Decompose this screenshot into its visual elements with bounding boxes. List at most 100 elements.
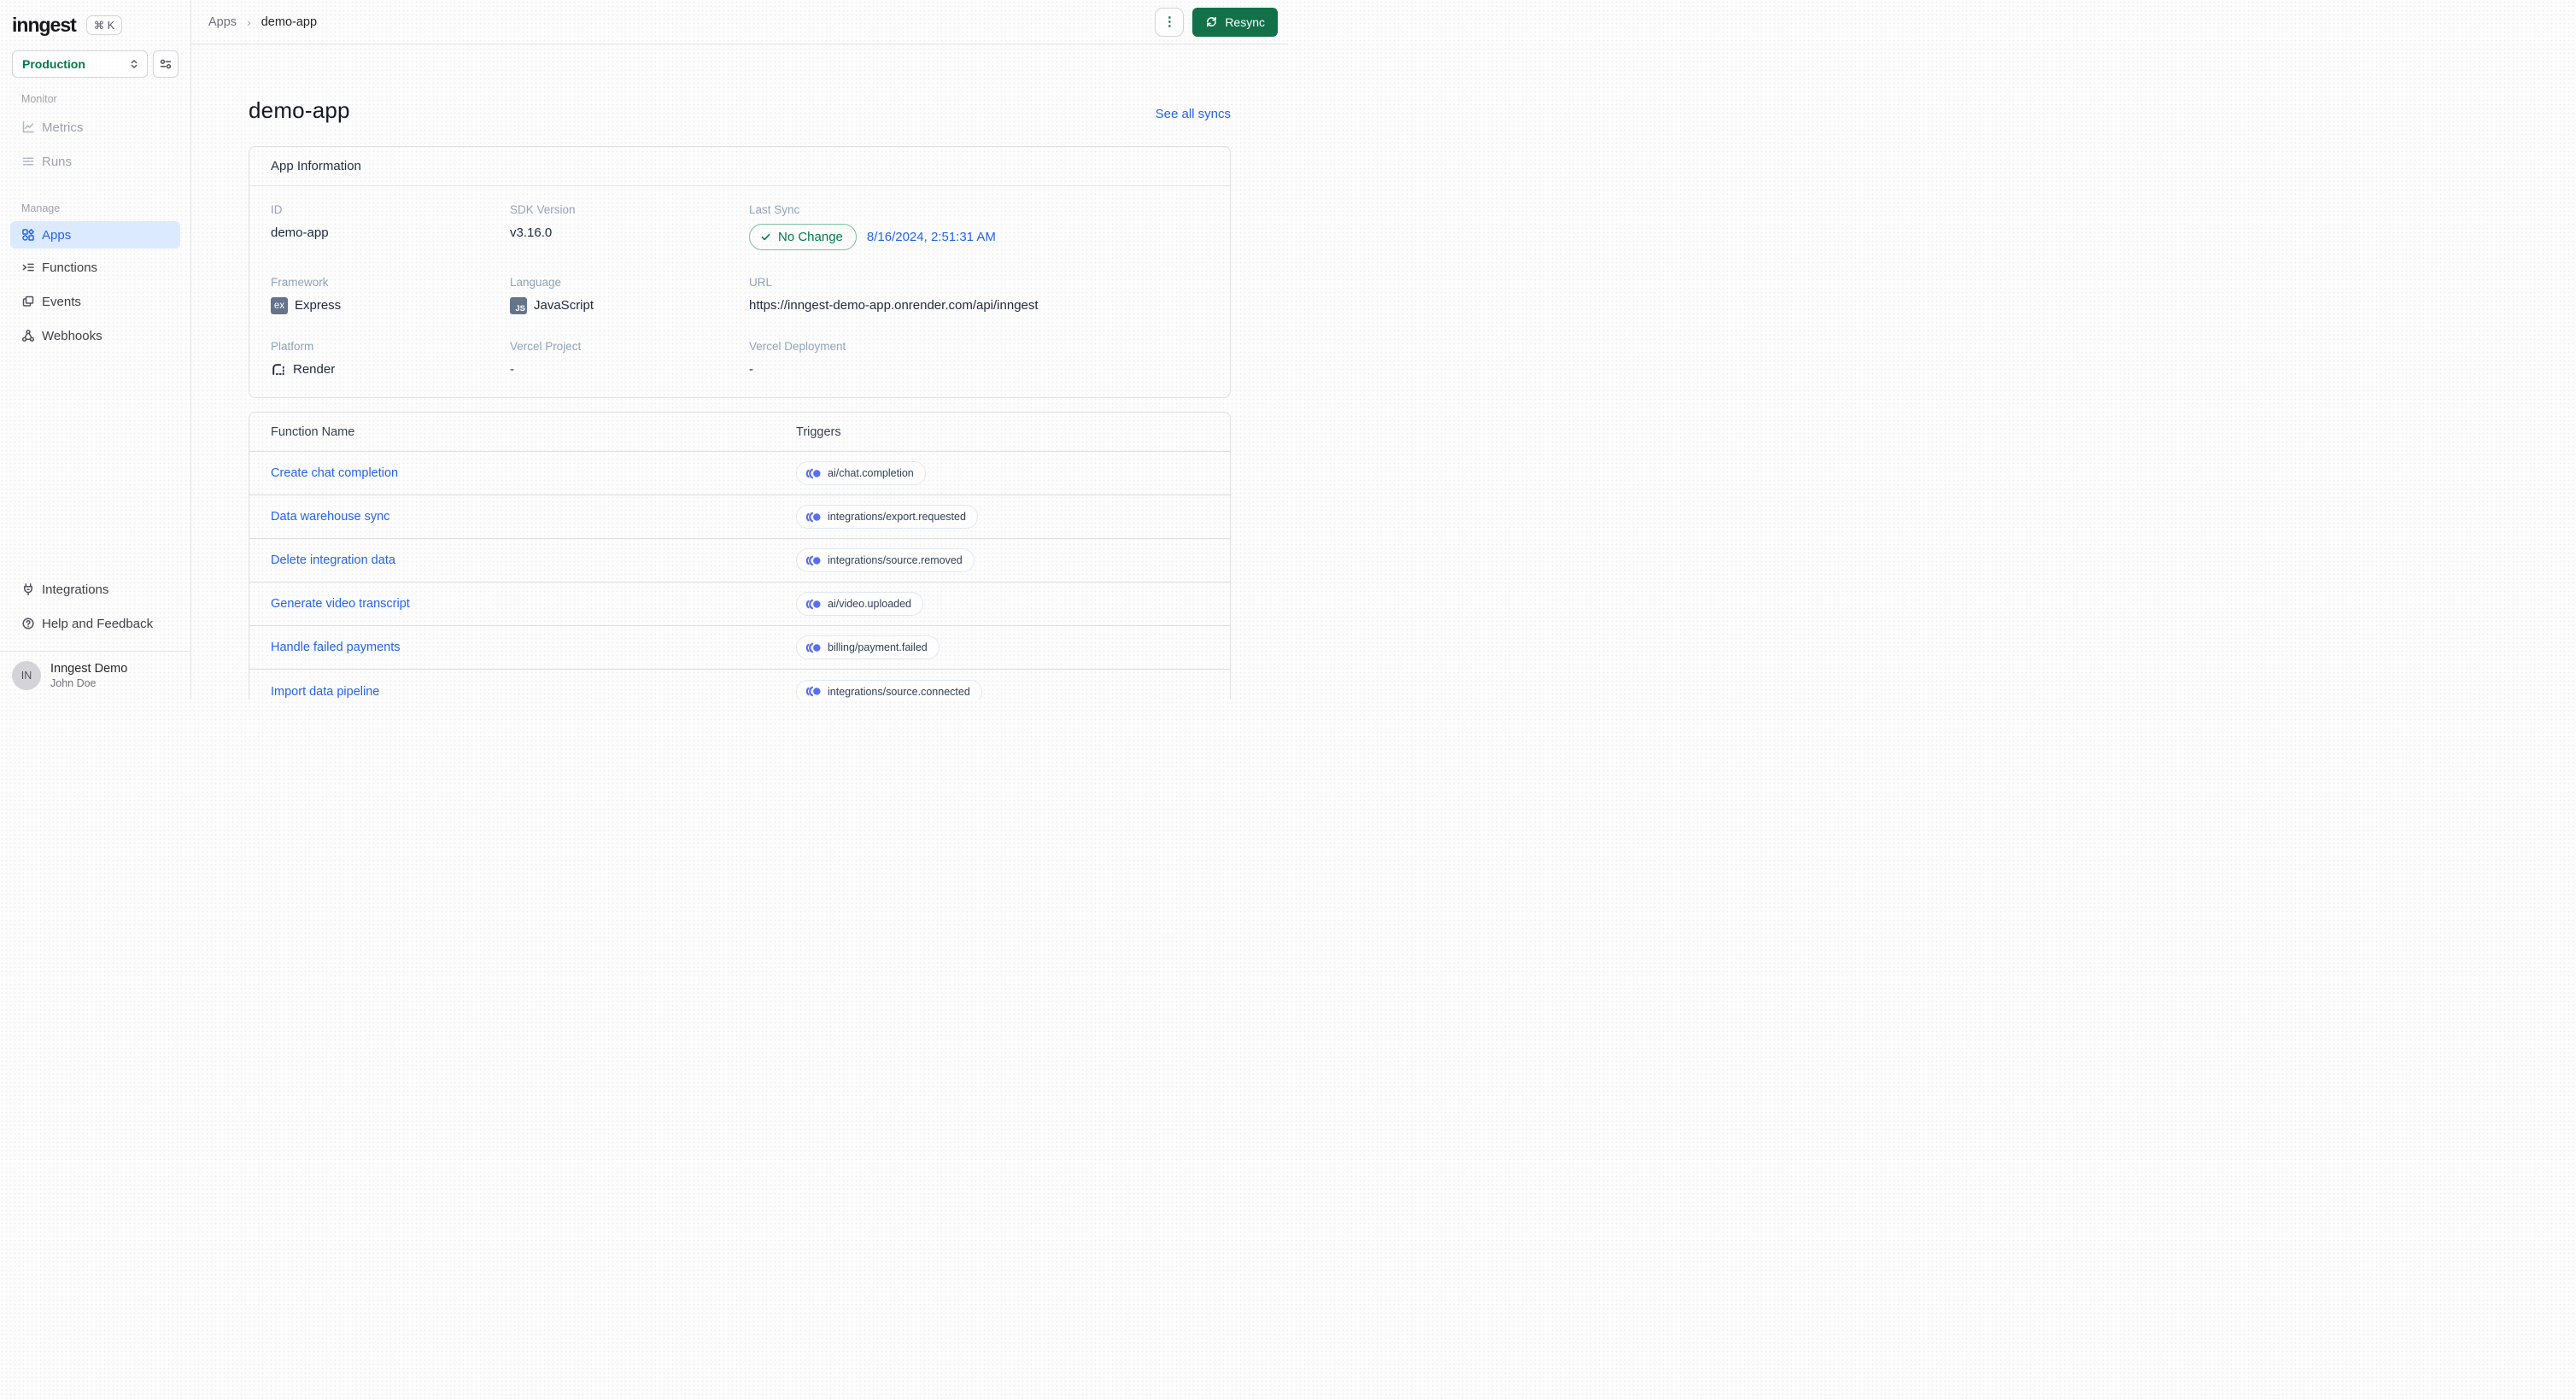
sidebar-item-webhooks[interactable]: Webhooks: [10, 319, 180, 353]
trigger-label: integrations/export.requested: [828, 511, 966, 523]
trigger-label: integrations/source.removed: [828, 554, 963, 566]
topbar-actions: ⋮ Resync: [1155, 7, 1278, 37]
function-name-link[interactable]: Generate video transcript: [271, 597, 410, 611]
field-label: ID: [271, 203, 283, 216]
section-label-manage: Manage: [21, 202, 61, 214]
trigger-badge[interactable]: integrations/source.connected: [796, 679, 982, 700]
field-id: ID demo-app: [271, 203, 510, 250]
field-value: demo-app: [271, 225, 329, 240]
field-framework: Framework ex Express: [271, 276, 510, 314]
sidebar-item-label: Help and Feedback: [42, 616, 154, 631]
environment-select[interactable]: Production: [12, 50, 148, 78]
field-value: https://inngest-demo-app.onrender.com/ap…: [749, 298, 1039, 313]
last-sync-date-link[interactable]: 8/16/2024, 2:51:31 AM: [867, 230, 996, 244]
webhook-icon: [21, 329, 35, 342]
field-sdk-version: SDK Version v3.16.0: [510, 203, 749, 250]
field-value: JavaScript: [534, 298, 594, 313]
trigger-badge[interactable]: integrations/source.removed: [796, 548, 975, 572]
topbar: Apps › demo-app ⋮ Resync: [191, 0, 1288, 44]
express-logo-badge: ex: [271, 296, 288, 314]
trigger-label: integrations/source.connected: [828, 685, 970, 698]
resync-button[interactable]: Resync: [1192, 7, 1278, 37]
field-label: Platform: [271, 340, 314, 353]
sidebar-item-functions[interactable]: Functions: [10, 250, 180, 284]
no-change-status-badge: No Change: [749, 224, 857, 250]
trigger-label: ai/chat.completion: [828, 467, 914, 479]
field-value: Express: [295, 298, 342, 313]
sidebar-item-label: Functions: [42, 260, 98, 275]
event-trigger-icon: [805, 468, 821, 479]
table-row: Create chat completion ai/chat.completio…: [249, 452, 1230, 495]
field-label: URL: [749, 276, 773, 289]
sidebar-item-events[interactable]: Events: [10, 284, 180, 319]
sidebar-item-help[interactable]: Help and Feedback: [10, 606, 180, 641]
trigger-badge[interactable]: billing/payment.failed: [796, 635, 940, 659]
see-all-syncs-link[interactable]: See all syncs: [1156, 107, 1231, 121]
field-label: Language: [510, 276, 562, 289]
event-trigger-icon: [805, 686, 821, 697]
field-label: Framework: [271, 276, 329, 289]
table-row: Import data pipeline integrations/source…: [249, 670, 1230, 700]
functions-icon: [21, 260, 35, 274]
title-row: demo-app See all syncs: [249, 97, 1231, 124]
status-badge-label: No Change: [778, 230, 843, 244]
column-header-function-name: Function Name: [271, 424, 355, 439]
table-row: Handle failed payments billing/payment.f…: [249, 626, 1230, 670]
trigger-label: billing/payment.failed: [828, 641, 928, 653]
table-row: Delete integration data integrations/sou…: [249, 539, 1230, 582]
sidebar-item-integrations[interactable]: Integrations: [10, 572, 180, 606]
event-trigger-icon: [805, 512, 821, 523]
render-logo-icon: [271, 362, 286, 378]
main-area: Apps › demo-app ⋮ Resync demo-app See al…: [191, 0, 1288, 700]
breadcrumb-apps[interactable]: Apps: [208, 15, 237, 29]
sidebar-item-label: Events: [42, 294, 81, 309]
sidebar-item-label: Apps: [42, 227, 72, 243]
field-label: Last Sync: [749, 203, 800, 216]
trigger-badge[interactable]: ai/chat.completion: [796, 461, 926, 485]
function-name-link[interactable]: Import data pipeline: [271, 685, 379, 699]
javascript-logo-badge: JS: [510, 296, 527, 314]
command-k-shortcut-badge[interactable]: ⌘ K: [85, 15, 123, 35]
sidebar-item-runs[interactable]: Runs: [10, 144, 180, 179]
user-names: Inngest Demo John Doe: [50, 662, 127, 689]
kebab-icon: ⋮: [1162, 15, 1176, 29]
event-trigger-icon: [805, 642, 821, 653]
sidebar-item-label: Integrations: [42, 582, 109, 597]
chevron-right-icon: ›: [247, 15, 251, 29]
field-value: -: [749, 362, 753, 377]
table-row: Generate video transcript ai/video.uploa…: [249, 582, 1230, 626]
trigger-label: ai/video.uploaded: [828, 598, 911, 610]
content: demo-app See all syncs App Information I…: [191, 44, 1288, 700]
function-name-link[interactable]: Delete integration data: [271, 553, 395, 567]
chevron-up-down-icon: [128, 58, 140, 70]
trigger-badge[interactable]: ai/video.uploaded: [796, 592, 923, 616]
events-frames-icon: [21, 295, 35, 308]
refresh-icon: [1205, 15, 1218, 28]
sidebar-footer: Integrations Help and Feedback: [0, 572, 190, 651]
inngest-logo: inngest: [12, 14, 77, 36]
field-value: v3.16.0: [510, 225, 553, 240]
more-options-button[interactable]: ⋮: [1155, 7, 1185, 37]
sidebar-item-metrics[interactable]: Metrics: [10, 110, 180, 144]
sidebar-nav: Monitor Metrics Runs Manage Apps Functio…: [0, 78, 190, 353]
sidebar-item-label: Runs: [42, 154, 73, 169]
sidebar-item-apps[interactable]: Apps: [10, 221, 180, 249]
page-title: demo-app: [249, 97, 350, 123]
column-header-triggers: Triggers: [796, 424, 841, 439]
sidebar: inngest ⌘ K Production Monitor Metrics R…: [0, 0, 191, 700]
list-dashes-icon: [21, 155, 35, 168]
function-name-link[interactable]: Handle failed payments: [271, 641, 401, 654]
field-label: SDK Version: [510, 203, 576, 216]
function-name-link[interactable]: Create chat completion: [271, 466, 398, 480]
field-label: Vercel Deployment: [749, 340, 846, 353]
field-last-sync: Last Sync No Change 8/16/2024, 2:51:31 A…: [749, 203, 1209, 250]
trigger-badge[interactable]: integrations/export.requested: [796, 505, 978, 529]
app-information-grid: ID demo-app SDK Version v3.16.0 Last Syn…: [249, 186, 1230, 397]
field-vercel-project: Vercel Project -: [510, 340, 749, 378]
environment-settings-button[interactable]: [153, 50, 179, 78]
environment-value: Production: [22, 57, 85, 71]
user-menu[interactable]: IN Inngest Demo John Doe: [0, 651, 190, 700]
function-name-link[interactable]: Data warehouse sync: [271, 510, 389, 524]
field-label: Vercel Project: [510, 340, 582, 353]
plug-icon: [21, 582, 35, 596]
